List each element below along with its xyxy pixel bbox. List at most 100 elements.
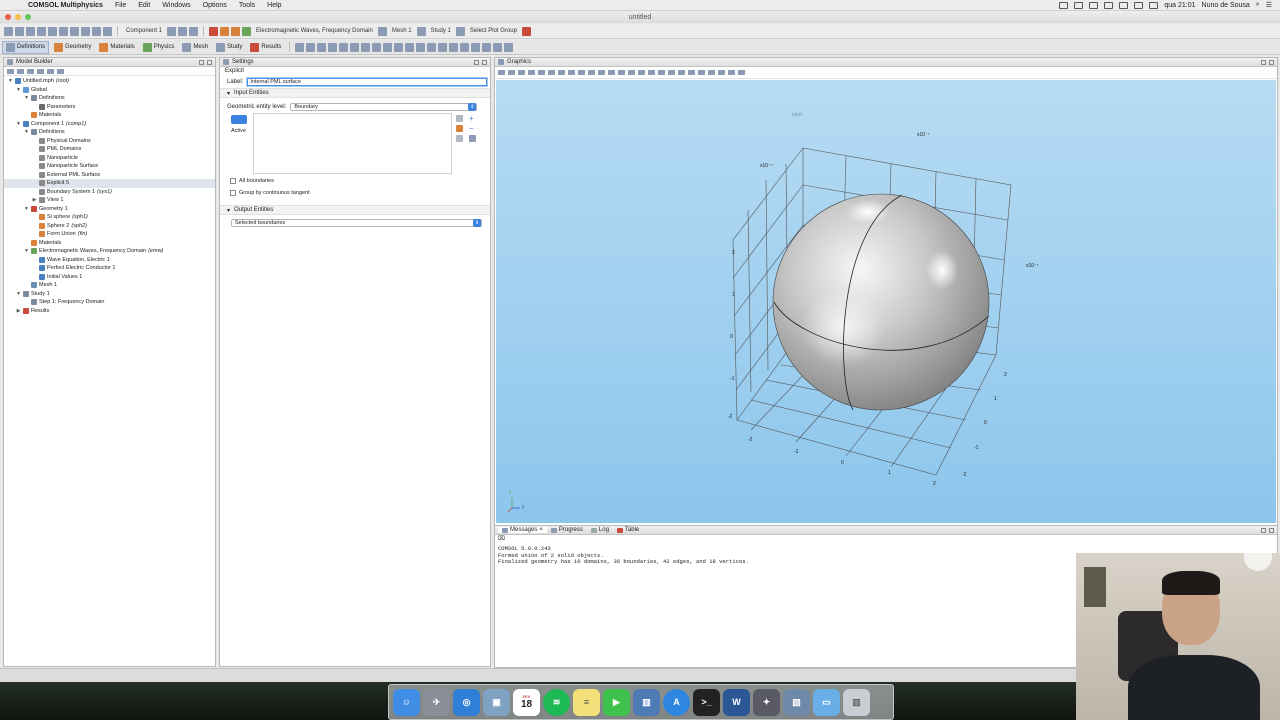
dropbox-icon[interactable]: [1074, 1, 1084, 9]
selection-cylinder-icon[interactable]: [372, 42, 382, 52]
tree-node[interactable]: ▼ Definitions: [4, 128, 215, 137]
blank-model-icon[interactable]: [37, 26, 46, 36]
tab-messages[interactable]: Messages ×: [498, 527, 547, 533]
tab-definitions[interactable]: Definitions: [2, 40, 50, 54]
windows-icon[interactable]: [92, 26, 101, 36]
graphics-viewport[interactable]: label x10⁻⁷ x10⁻⁷ x10⁻⁷ 2 1 0 -1 -2 -2 -…: [496, 80, 1276, 523]
finder-icon[interactable]: ☺: [393, 688, 420, 716]
clear-selection-icon[interactable]: [469, 135, 476, 142]
grid-icon[interactable]: [638, 70, 645, 75]
variables-a-icon[interactable]: [306, 42, 316, 52]
selection-adjacent-icon[interactable]: [427, 42, 437, 52]
group-tangent-checkbox[interactable]: [230, 190, 236, 196]
geometry-canvas[interactable]: [496, 80, 1276, 523]
mesh-menu[interactable]: Mesh 1: [389, 28, 415, 34]
expand-toggle-icon[interactable]: ▶: [16, 307, 21, 316]
minimize-panel-icon[interactable]: [199, 59, 204, 65]
tree-node[interactable]: Form Union (fin): [4, 230, 215, 239]
pairs-icon[interactable]: [482, 42, 492, 52]
tree-node[interactable]: Physical Domains: [4, 137, 215, 146]
tree-node[interactable]: Perfect Electric Conductor 1: [4, 264, 215, 273]
minimize-panel-icon[interactable]: [1261, 527, 1266, 533]
selection-union-icon[interactable]: [383, 42, 393, 52]
expand-toggle-icon[interactable]: ▶: [32, 196, 37, 205]
pi-icon[interactable]: [295, 42, 305, 52]
battery-icon[interactable]: [1149, 1, 1159, 9]
tree-node[interactable]: ▼ Component 1 (comp1): [4, 120, 215, 129]
imovie-icon[interactable]: ✦: [753, 688, 780, 716]
timemachine-icon[interactable]: [1089, 1, 1099, 9]
sphere-geometry[interactable]: [772, 193, 990, 411]
study-icon[interactable]: [416, 26, 426, 36]
menubar-user[interactable]: Nuno de Sousa: [1202, 2, 1250, 9]
redo-icon[interactable]: [70, 26, 79, 36]
menu-edit[interactable]: Edit: [132, 2, 156, 9]
menu-options[interactable]: Options: [197, 2, 233, 9]
select-all-icon[interactable]: [588, 70, 595, 75]
all-boundaries-checkbox[interactable]: [230, 178, 236, 184]
tree-node[interactable]: Explicit 5: [4, 179, 215, 188]
selection-difference-icon[interactable]: [405, 42, 415, 52]
tree-node[interactable]: ▼ Study 1: [4, 290, 215, 299]
plot-group-menu[interactable]: Select Plot Group: [467, 28, 520, 34]
view-zx-icon[interactable]: [678, 70, 685, 75]
zoom-selection-icon[interactable]: [456, 135, 463, 142]
transparency-icon[interactable]: [628, 70, 635, 75]
expand-toggle-icon[interactable]: ▼: [16, 86, 21, 95]
add-physics-icon[interactable]: [231, 26, 241, 36]
tab-study[interactable]: Study: [213, 42, 245, 53]
tree-node[interactable]: Boundary System 1 (sys1): [4, 188, 215, 197]
axis-icon[interactable]: [648, 70, 655, 75]
spotlight-icon[interactable]: ⌕: [1256, 1, 1260, 9]
select-box-icon[interactable]: [568, 70, 575, 75]
tab-table[interactable]: Table: [613, 527, 643, 533]
geom-level-select[interactable]: Boundary ⇕: [290, 103, 478, 111]
view-xy-icon[interactable]: [658, 70, 665, 75]
expand-toggle-icon[interactable]: ▼: [24, 205, 29, 214]
coordinate-system-icon[interactable]: [471, 42, 481, 52]
headlight-icon[interactable]: [708, 70, 715, 75]
open-file-icon[interactable]: [15, 26, 24, 36]
zoom-box-icon[interactable]: [518, 70, 525, 75]
all-boundaries-row[interactable]: All boundaries: [220, 175, 490, 187]
add-icon[interactable]: +: [469, 115, 474, 123]
maximize-panel-icon[interactable]: [1269, 527, 1274, 533]
expand-all-icon[interactable]: [47, 68, 54, 74]
undo-icon[interactable]: [59, 26, 68, 36]
tree-node[interactable]: ▼ Global: [4, 86, 215, 95]
tree-node[interactable]: Parameters: [4, 103, 215, 112]
light-icon[interactable]: [460, 42, 470, 52]
tree-node[interactable]: ▼ Definitions: [4, 94, 215, 103]
view-yz-icon[interactable]: [668, 70, 675, 75]
new-file-icon[interactable]: [4, 26, 13, 36]
menu-tools[interactable]: Tools: [233, 2, 261, 9]
default-view-icon[interactable]: [688, 70, 695, 75]
variables-icon[interactable]: [189, 26, 199, 36]
terminal-icon[interactable]: >_: [693, 688, 720, 716]
orthographic-icon[interactable]: [718, 70, 725, 75]
preview-icon[interactable]: ▣: [483, 688, 510, 716]
tree-node[interactable]: Materials: [4, 111, 215, 120]
selection-complement-icon[interactable]: [416, 42, 426, 52]
output-entities-select[interactable]: Selected boundaries ⇕: [231, 219, 482, 227]
expand-toggle-icon[interactable]: ▼: [16, 120, 21, 129]
output-entities-section[interactable]: ▾ Output Entities: [220, 205, 490, 215]
physics-icon[interactable]: [242, 26, 252, 36]
probes-icon[interactable]: [328, 42, 338, 52]
appstore-icon[interactable]: A: [663, 688, 690, 716]
notes-icon[interactable]: ≡: [573, 688, 600, 716]
camera-icon[interactable]: [449, 42, 459, 52]
tab-mesh[interactable]: Mesh: [179, 42, 211, 53]
tab-results[interactable]: Results: [247, 42, 284, 53]
forward-icon[interactable]: [17, 68, 24, 74]
tree-node[interactable]: Wave Equation, Electric 1: [4, 256, 215, 265]
facetime-icon[interactable]: ▶: [603, 688, 630, 716]
menu-help[interactable]: Help: [261, 2, 287, 9]
input-entities-section[interactable]: ▾ Input Entities: [220, 88, 490, 98]
safari-icon[interactable]: ◎: [453, 688, 480, 716]
tab-log[interactable]: Log: [587, 527, 613, 533]
menu-windows[interactable]: Windows: [156, 2, 196, 9]
menubar-clock[interactable]: qua 21:01: [1164, 2, 1195, 9]
expand-toggle-icon[interactable]: ▼: [24, 128, 29, 137]
expand-toggle-icon[interactable]: ▼: [24, 94, 29, 103]
